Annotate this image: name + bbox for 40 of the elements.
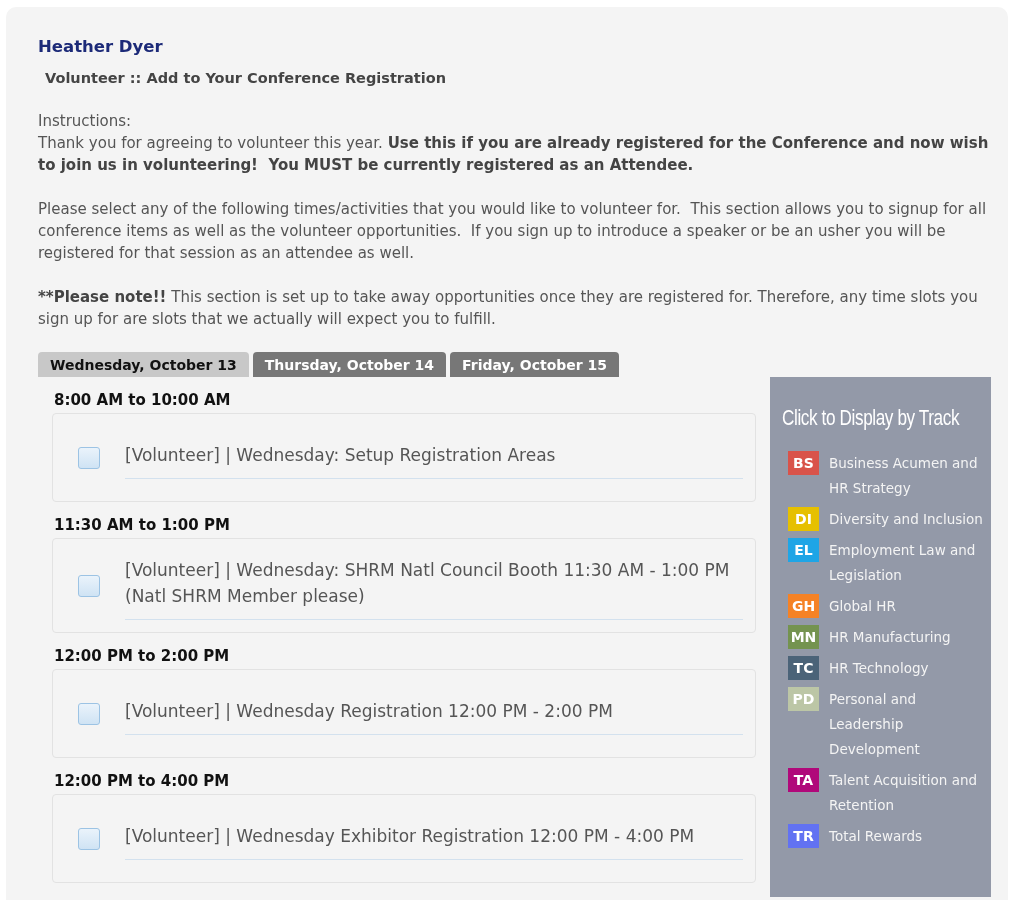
track-link[interactable]: HR Manufacturing [829, 625, 983, 650]
track-badge[interactable]: GH [788, 594, 819, 618]
instructions-paragraph: Please select any of the following times/activities that you would like to volunteer for. This section allows you to signup for all conference items as well as the volunteer opportunities. If you sign up to introduce a speaker or be an usher you will be registered for that session as an attendee as well. [38, 199, 988, 264]
track-badge[interactable]: TC [788, 656, 819, 680]
time-slot-heading: 8:00 AM to 10:00 AM [54, 391, 232, 409]
track-link[interactable]: Talent Acquisition and Retention [829, 768, 983, 818]
session-label: [Volunteer] | Wednesday Exhibitor Registration 12:00 PM - 4:00 PM [125, 826, 695, 846]
session-label: [Volunteer] | Wednesday: Setup Registration Areas [125, 445, 556, 465]
time-slot-heading: 11:30 AM to 1:00 PM [54, 516, 231, 534]
instructions-label: Instructions: [38, 111, 133, 132]
track-badge[interactable]: TA [788, 768, 819, 792]
session-checkbox[interactable] [78, 574, 100, 597]
session-checkbox[interactable] [78, 827, 100, 850]
track-badge[interactable]: TR [788, 824, 819, 848]
track-badge[interactable]: EL [788, 538, 819, 562]
track-badge[interactable]: BS [788, 451, 819, 475]
time-slot-heading: 12:00 PM to 2:00 PM [54, 647, 231, 665]
track-badge[interactable]: PD [788, 687, 819, 711]
track-link[interactable]: Personal and Leadership Development [829, 687, 983, 762]
day-tab[interactable]: Wednesday, October 13 [38, 352, 249, 377]
session-checkbox[interactable] [78, 702, 100, 725]
track-link[interactable]: Employment Law and Legislation [829, 538, 983, 588]
user-name: Heather Dyer [38, 37, 164, 56]
instructions-paragraph: Thank you for agreeing to volunteer this year. Use this if you are already registered for the Conference and now wish to join us in volunteering! You MUST be currently registered as an Attendee. [38, 133, 990, 176]
track-badge[interactable]: MN [788, 625, 819, 649]
time-slot-heading: 12:00 PM to 4:00 PM [54, 772, 231, 790]
day-tab[interactable]: Friday, October 15 [450, 352, 620, 377]
instructions-paragraph: **Please note!! This section is set up to take away opportunities once they are registered for. Therefore, any time slots you sign up for are slots that we actually will expect you to fulfill. [38, 287, 979, 330]
session-label: [Volunteer] | Wednesday: SHRM Natl Council Booth 11:30 AM - 1:00 PM (Natl SHRM Member please) [125, 560, 730, 606]
session-checkbox[interactable] [78, 446, 100, 469]
track-badge[interactable]: DI [788, 507, 819, 531]
track-link[interactable]: Business Acumen and HR Strategy [829, 451, 983, 501]
track-panel-title: Click to Display by Track [782, 405, 961, 431]
track-link[interactable]: Diversity and Inclusion [829, 507, 983, 532]
track-link[interactable]: Global HR [829, 594, 983, 619]
track-link[interactable]: Total Rewards [829, 824, 983, 849]
day-tab[interactable]: Thursday, October 14 [252, 352, 447, 377]
track-link[interactable]: HR Technology [829, 656, 983, 681]
page-title: Volunteer :: Add to Your Conference Registration [45, 70, 447, 86]
session-label: [Volunteer] | Wednesday Registration 12:00 PM - 2:00 PM [125, 701, 613, 721]
